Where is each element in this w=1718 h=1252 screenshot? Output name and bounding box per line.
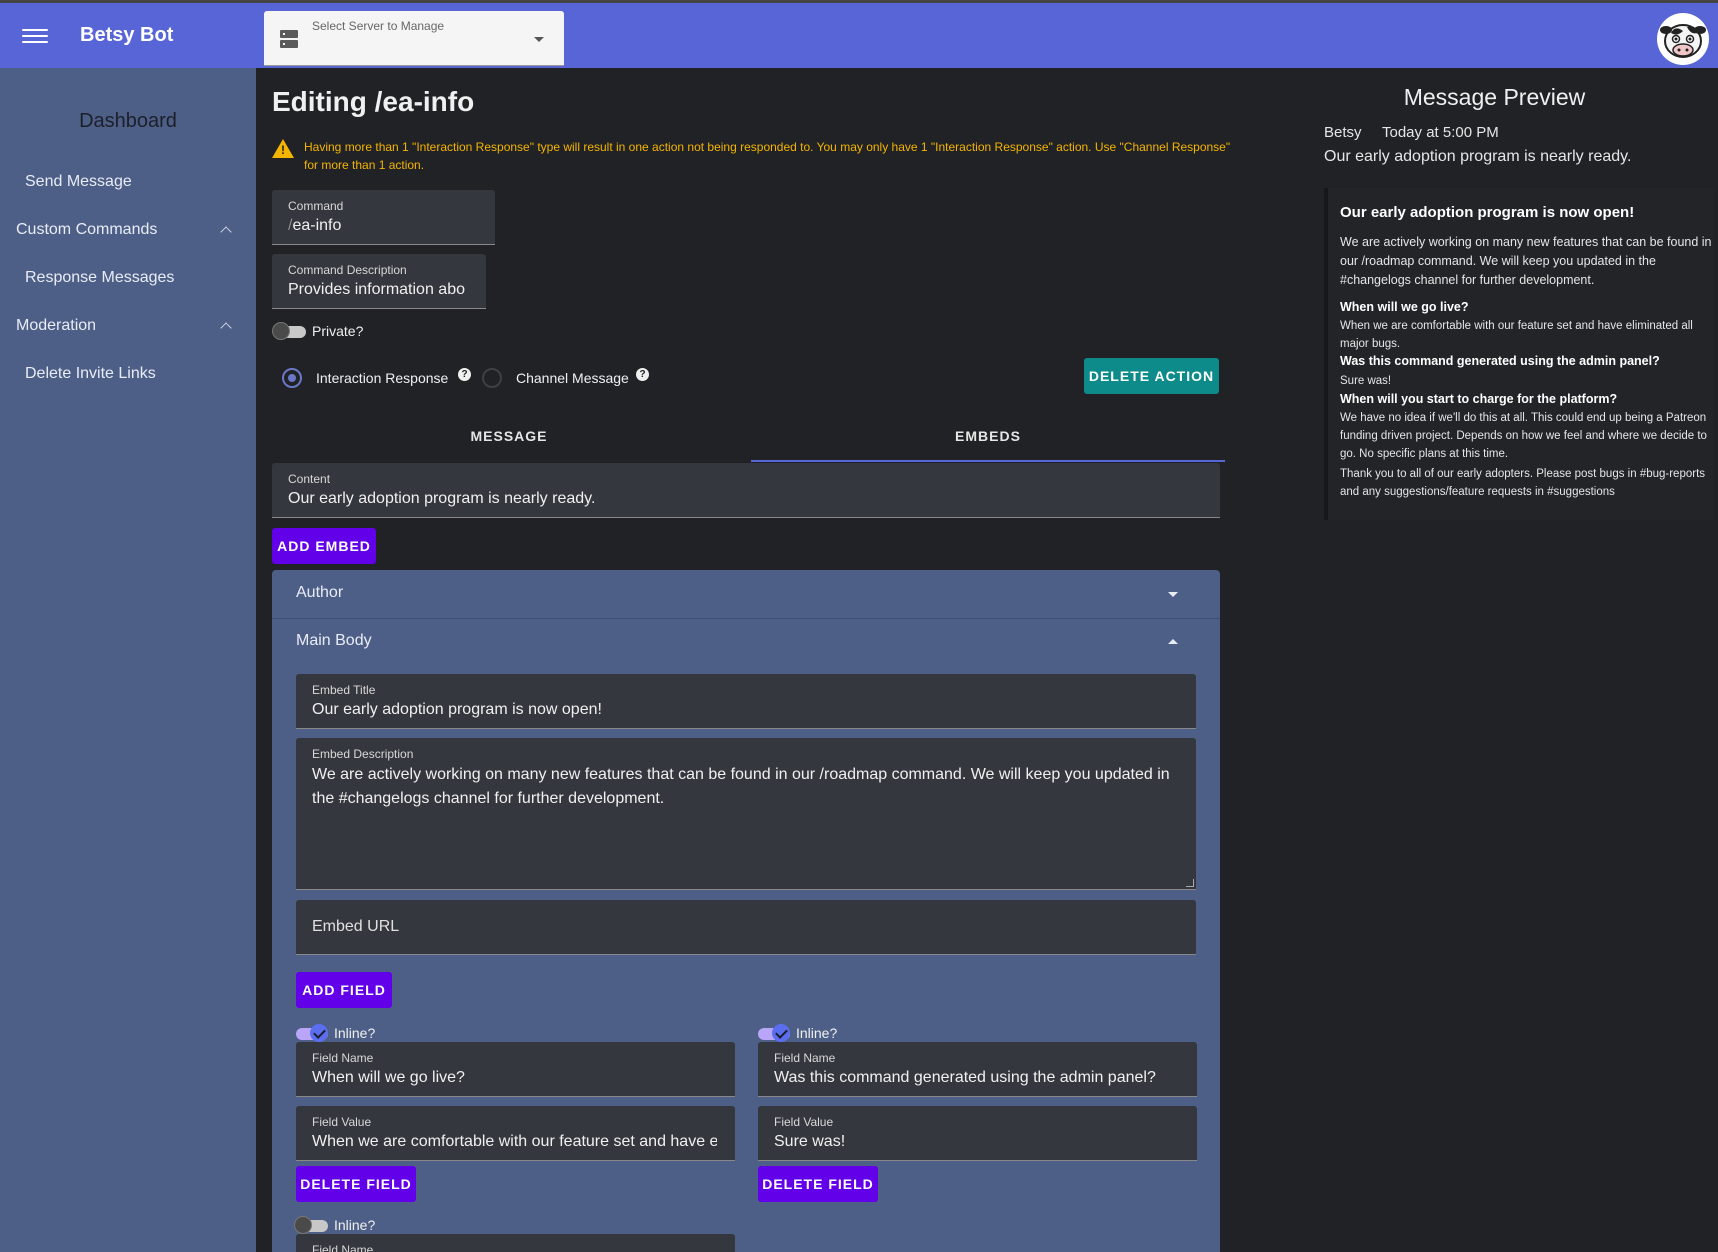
embed-title-field[interactable]: Embed Title Our early adoption program i… [296, 674, 1196, 729]
field-name-field[interactable]: Field Name Was this command generated us… [758, 1042, 1197, 1097]
embed-url-field[interactable]: Embed URL [296, 900, 1196, 955]
server-select[interactable]: Select Server to Manage [264, 11, 564, 66]
field-name-field[interactable]: Field Name When will we go live? [296, 1042, 735, 1097]
inline-toggle[interactable] [294, 1023, 330, 1043]
inline-toggle[interactable] [756, 1023, 792, 1043]
field-name-field[interactable]: Field Name [296, 1234, 735, 1252]
inline-toggle[interactable] [294, 1215, 330, 1235]
cow-avatar-icon [1660, 24, 1706, 58]
field-value-field[interactable]: Field Value When we are comfortable with… [296, 1106, 735, 1161]
preview-content: Our early adoption program is nearly rea… [1324, 148, 1632, 165]
delete-field-button[interactable]: DELETE FIELD [758, 1166, 878, 1202]
command-label: Command [288, 199, 344, 213]
warning-icon [272, 139, 294, 158]
preview-field-name: When will you start to charge for the pl… [1340, 392, 1618, 406]
warning-text: Having more than 1 "Interaction Response… [304, 140, 1231, 172]
dropdown-arrow-icon [534, 37, 544, 42]
preview-field-value: We have no idea if we'll do this at all.… [1340, 412, 1707, 460]
preview-author: Betsy [1324, 124, 1362, 141]
avatar[interactable] [1657, 13, 1709, 65]
accordion-author[interactable]: Author [296, 584, 343, 602]
embed-panel: Author Main Body Embed Title Our early a… [272, 570, 1220, 1252]
sidebar-item-response-messages[interactable]: Response Messages [25, 269, 174, 287]
inline-label: Inline? [796, 1025, 838, 1041]
resize-handle[interactable] [1186, 879, 1194, 887]
sidebar-item-custom-commands[interactable]: Custom Commands [16, 221, 157, 239]
embed-description-field[interactable]: Embed Description We are actively workin… [296, 738, 1196, 890]
chevron-down-icon[interactable] [1168, 592, 1178, 597]
field-value-value: When we are comfortable with our feature… [312, 1133, 717, 1150]
help-icon[interactable]: ? [458, 368, 471, 381]
delete-action-button[interactable]: DELETE ACTION [1084, 358, 1219, 394]
active-tab-indicator [751, 460, 1225, 462]
command-description-value: Provides information abo [288, 281, 465, 298]
chevron-up-icon[interactable] [220, 226, 232, 238]
field-name-label: Field Name [312, 1243, 374, 1252]
server-select-label: Select Server to Manage [312, 19, 445, 33]
content-value: Our early adoption program is nearly rea… [288, 490, 596, 507]
field-value-label: Field Value [312, 1115, 372, 1129]
content-field[interactable]: Content Our early adoption program is ne… [272, 463, 1220, 518]
accordion-main-body[interactable]: Main Body [296, 632, 372, 650]
field-value-label: Field Value [774, 1115, 834, 1129]
content-label: Content [288, 472, 331, 486]
interaction-response-label: Interaction Response [316, 370, 449, 386]
chevron-up-icon[interactable] [220, 322, 232, 334]
preview-field-name: When will we go live? [1340, 300, 1469, 314]
field-name-value: When will we go live? [312, 1069, 465, 1086]
command-field[interactable]: Command /ea-info [272, 190, 495, 245]
sidebar-item-delete-invite-links[interactable]: Delete Invite Links [25, 365, 156, 383]
field-value-value: Sure was! [774, 1133, 846, 1150]
channel-message-radio[interactable] [482, 368, 502, 388]
divider [272, 618, 1220, 619]
private-toggle[interactable] [272, 321, 308, 341]
private-label: Private? [312, 323, 364, 339]
preview-embed-description: We are actively working on many new feat… [1340, 235, 1712, 287]
sidebar-item-moderation[interactable]: Moderation [16, 317, 96, 335]
field-name-label: Field Name [312, 1051, 374, 1065]
field-name-label: Field Name [774, 1051, 836, 1065]
command-description-label: Command Description [288, 263, 407, 277]
add-embed-button[interactable]: ADD EMBED [272, 528, 376, 564]
inline-label: Inline? [334, 1025, 376, 1041]
preview-timestamp: Today at 5:00 PM [1382, 124, 1499, 141]
sidebar-heading[interactable]: Dashboard [0, 110, 256, 133]
embed-url-placeholder: Embed URL [312, 918, 400, 935]
preview-heading: Message Preview [1403, 84, 1586, 110]
app-title: Betsy Bot [80, 24, 174, 46]
interaction-response-radio[interactable] [282, 368, 302, 388]
page-title: Editing /ea-info [272, 86, 475, 117]
embed-description-value: We are actively working on many new feat… [312, 766, 1170, 807]
app-bar: Betsy Bot Select Server to Manage [0, 3, 1718, 68]
chevron-up-icon[interactable] [1168, 639, 1178, 644]
embed-description-label: Embed Description [312, 747, 414, 761]
command-description-field[interactable]: Command Description Provides information… [272, 254, 486, 309]
preview-field-value: When we are comfortable with our feature… [1340, 320, 1693, 350]
field-name-value: Was this command generated using the adm… [774, 1069, 1156, 1086]
help-icon[interactable]: ? [636, 368, 649, 381]
add-field-button[interactable]: ADD FIELD [296, 972, 392, 1008]
preview-footer-text: Thank you to all of our early adopters. … [1340, 468, 1706, 498]
tab-message[interactable]: MESSAGE [272, 416, 746, 456]
channel-message-label: Channel Message [516, 370, 629, 386]
preview-field-value: Sure was! [1340, 375, 1392, 387]
command-text: ea-info [292, 217, 342, 234]
embed-title-label: Embed Title [312, 683, 376, 697]
embed-title-value: Our early adoption program is now open! [312, 701, 602, 718]
command-value[interactable]: /ea-info [288, 217, 341, 235]
field-value-field[interactable]: Field Value Sure was! [758, 1106, 1197, 1161]
inline-label: Inline? [334, 1217, 376, 1233]
sidebar-item-send-message[interactable]: Send Message [25, 173, 132, 191]
preview-field-name: Was this command generated using the adm… [1340, 354, 1660, 368]
delete-field-button[interactable]: DELETE FIELD [296, 1166, 416, 1202]
server-icon [280, 30, 298, 48]
main-content: Editing /ea-info Having more than 1 "Int… [256, 68, 1718, 1252]
preview-embed: Our early adoption program is now open! … [1324, 188, 1714, 520]
sidebar: Dashboard Send Message Custom Commands R… [0, 68, 256, 1252]
tab-embeds[interactable]: EMBEDS [751, 416, 1225, 456]
preview-embed-title: Our early adoption program is now open! [1340, 204, 1635, 221]
hamburger-icon[interactable] [22, 25, 48, 47]
